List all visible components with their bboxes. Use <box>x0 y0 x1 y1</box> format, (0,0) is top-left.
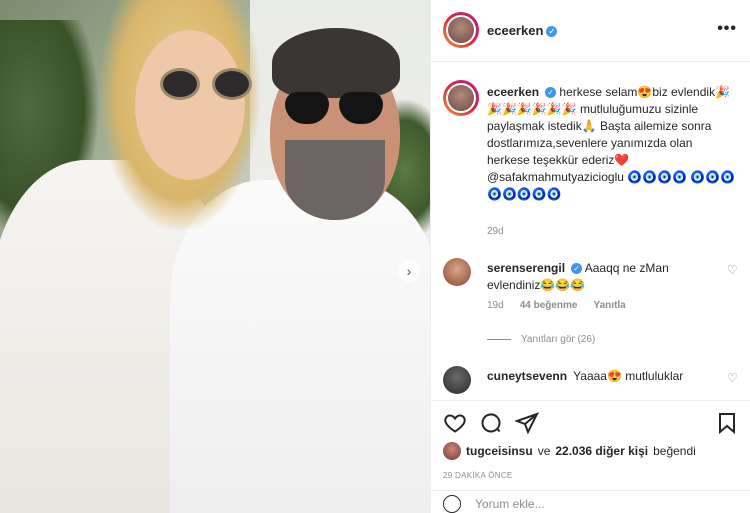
comment-time: 19d <box>487 300 504 311</box>
profile-avatar-ring[interactable] <box>443 12 479 48</box>
caption-username[interactable]: eceerken <box>487 85 539 99</box>
photo-sunglasses <box>160 68 255 100</box>
comment-text: serenserengil ✓ Aaaqq ne zMan evlendiniz😂… <box>487 260 707 294</box>
comment-body: Yaaaa😍 mutluluklar <box>573 369 684 383</box>
post-timestamp: 29 DAKİKA ÖNCE <box>443 471 513 480</box>
comment-like-icon[interactable]: ♡ <box>727 372 739 384</box>
view-replies-button[interactable]: Yanıtları gör (26) <box>487 334 595 345</box>
caption-time: 29d <box>487 226 504 237</box>
more-options-icon[interactable]: ••• <box>717 20 737 38</box>
comment-likes[interactable]: 44 beğenme <box>520 300 578 311</box>
comment-like-icon[interactable]: ♡ <box>727 264 739 276</box>
likes-summary: tugceisinsu ve 22.036 diğer kişi beğendi <box>443 442 696 460</box>
likes-count[interactable]: 22.036 diğer kişi <box>555 444 648 458</box>
carousel-next-icon[interactable]: › <box>398 260 420 282</box>
verified-icon: ✓ <box>545 87 557 99</box>
comment-text: cuneytsevenn Yaaaa😍 mutluluklar <box>487 368 707 385</box>
add-comment-bar: Yorum ekle... <box>431 490 750 513</box>
liker-avatar[interactable] <box>443 442 461 460</box>
header-username[interactable]: eceerken ✓ <box>487 23 558 38</box>
likes-connector: ve <box>537 444 551 458</box>
comment-username[interactable]: serenserengil <box>487 261 565 275</box>
comment-bubble-icon[interactable] <box>479 411 503 435</box>
avatar <box>446 83 476 113</box>
photo-sunglasses <box>285 92 385 126</box>
photo-hair <box>272 28 400 98</box>
like-heart-icon[interactable] <box>443 411 467 435</box>
caption-avatar-ring[interactable] <box>443 80 479 116</box>
post-header: eceerken ✓ ••• <box>431 0 750 62</box>
caption-text: eceerken ✓ herkese selam😍biz evlendik🎉🎉🎉🎉… <box>487 84 737 203</box>
save-bookmark-icon[interactable] <box>715 411 739 435</box>
verified-icon: ✓ <box>571 263 583 275</box>
post-actions <box>431 400 750 440</box>
comment-username[interactable]: cuneytsevenn <box>487 369 567 383</box>
avatar <box>446 15 476 45</box>
comment-avatar[interactable] <box>443 366 471 394</box>
caption-body: herkese selam😍biz evlendik🎉🎉🎉🎉🎉🎉🎉 mutlul… <box>487 85 736 201</box>
photo-beard <box>285 140 385 220</box>
comment-reply-button[interactable]: Yanıtla <box>594 300 626 311</box>
add-comment-input[interactable]: Yorum ekle... <box>475 497 545 511</box>
photo-face <box>135 30 245 180</box>
view-replies-label[interactable]: Yanıtları gör (26) <box>521 334 595 345</box>
comment-meta: 19d 44 beğenme Yanıtla <box>487 300 626 311</box>
likes-suffix: beğendi <box>653 444 696 458</box>
verified-icon: ✓ <box>546 26 558 38</box>
share-plane-icon[interactable] <box>514 411 539 435</box>
post-photo: › <box>0 0 430 513</box>
emoji-icon[interactable] <box>443 495 461 513</box>
username-text[interactable]: eceerken <box>487 23 543 38</box>
comment-avatar[interactable] <box>443 258 471 286</box>
replies-divider <box>487 339 511 340</box>
liker-username[interactable]: tugceisinsu <box>466 444 533 458</box>
post-side-panel: eceerken ✓ ••• eceerken ✓ herkese selam😍bi… <box>430 0 750 513</box>
